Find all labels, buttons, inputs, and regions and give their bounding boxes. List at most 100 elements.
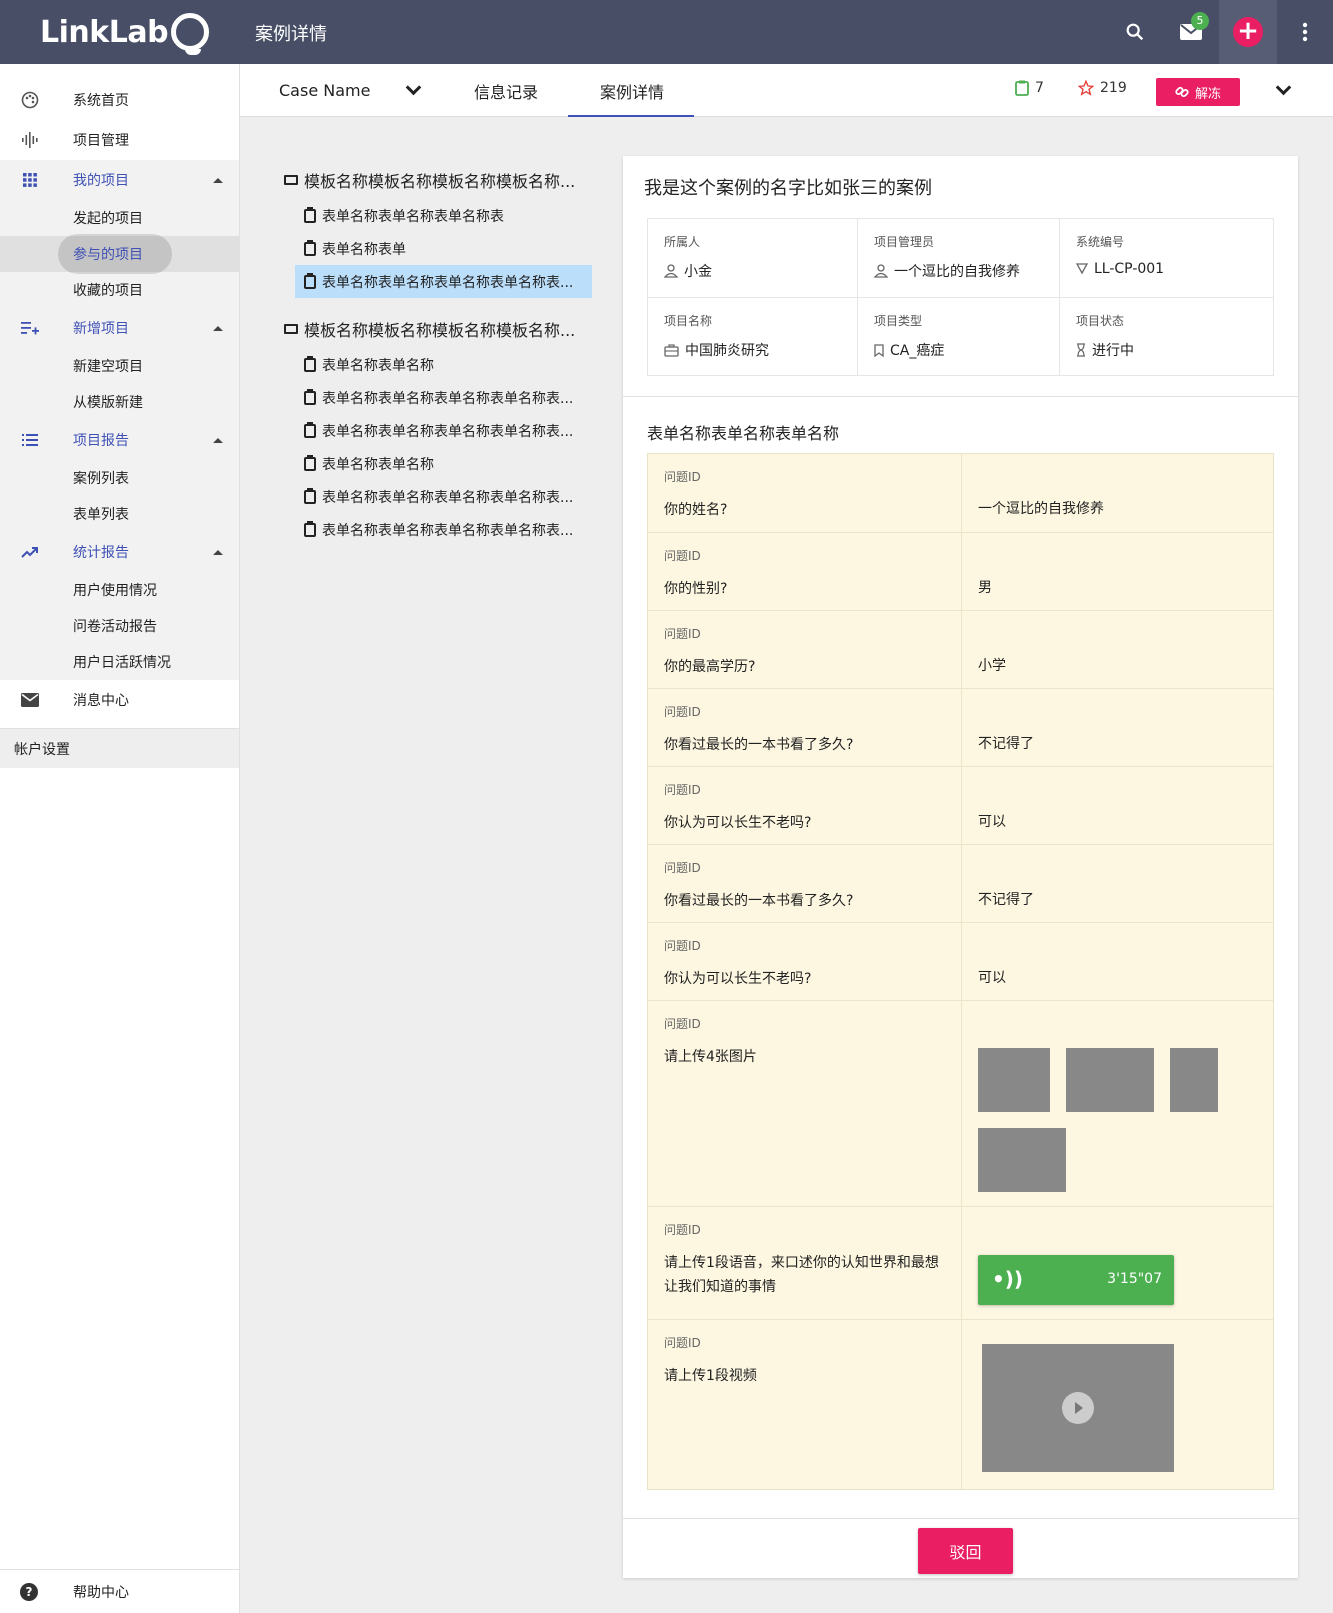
my-projects-group: 我的项目 发起的项目 参与的项目 收藏的项目 新增项目 新建空项目 从模版新建 … [0, 160, 239, 680]
sidebar-item-project-management[interactable]: 项目管理 [0, 120, 239, 160]
divider [623, 396, 1298, 397]
sidebar-item-label: 表单列表 [73, 507, 129, 523]
sidebar-item-label: 新建空项目 [73, 359, 143, 375]
sidebar-subitem-survey-report[interactable]: 问卷活动报告 [0, 608, 239, 644]
sidebar-item-account-settings[interactable]: 帐户设置 [0, 728, 239, 768]
person-icon [874, 264, 888, 278]
answer-text: 可以 [978, 970, 1006, 986]
tab-info-records[interactable]: 信息记录 [474, 64, 538, 117]
sidebar-item-help[interactable]: ? 帮助中心 [0, 1569, 239, 1613]
clipboard-count[interactable]: 7 [1015, 80, 1044, 96]
video-player[interactable] [982, 1344, 1174, 1472]
collapse-arrow-icon[interactable] [213, 437, 223, 443]
sidebar-subitem-from-template[interactable]: 从模版新建 [0, 384, 239, 420]
question-text: 你认为可以长生不老吗? [664, 971, 812, 987]
expand-toolbar-button[interactable] [1275, 64, 1292, 117]
star-count[interactable]: 219 [1078, 80, 1127, 96]
sidebar-item-stats-report[interactable]: 统计报告 [0, 532, 239, 572]
sidebar-item-new-project[interactable]: 新增项目 [0, 308, 239, 348]
sidebar-item-label: 参与的项目 [73, 247, 143, 263]
tree-form-item[interactable]: 表单名称表单名称表单名称表单名称表... [284, 381, 594, 414]
sidebar-item-home[interactable]: 系统首页 [0, 80, 239, 120]
plus-icon: + [1233, 17, 1263, 47]
collapse-arrow-icon[interactable] [213, 177, 223, 183]
clipboard-icon [304, 206, 316, 223]
case-title: 我是这个案例的名字比如张三的案例 [644, 178, 932, 199]
case-detail-card: 我是这个案例的名字比如张三的案例 所属人 小金 项目管理员 一个逗比的自我修养 … [623, 156, 1298, 1578]
sidebar-item-label: 统计报告 [73, 545, 129, 561]
sidebar-item-project-report[interactable]: 项目报告 [0, 420, 239, 460]
template-folder-label: 模板名称模板名称模板名称模板名称... [304, 172, 576, 191]
tab-case-detail[interactable]: 案例详情 [567, 64, 695, 117]
search-icon[interactable] [1107, 0, 1163, 64]
tree-form-item[interactable]: 表单名称表单名称表单名称表 [284, 199, 594, 232]
question-text: 你认为可以长生不老吗? [664, 815, 812, 831]
sidebar-subitem-user-usage[interactable]: 用户使用情况 [0, 572, 239, 608]
question-id-label: 问题ID [664, 705, 701, 719]
table-row: 问题ID 你的最高学历? 小学 [648, 611, 1273, 689]
table-row: 问题ID 请上传1段语音，来口述你的认知世界和最想让我们知道的事情 •)) 3'1… [648, 1207, 1273, 1320]
sidebar-item-label: 系统首页 [73, 93, 129, 109]
question-id-label: 问题ID [664, 939, 701, 953]
sidebar-item-messages[interactable]: 消息中心 [0, 680, 239, 720]
sidebar-item-my-projects[interactable]: 我的项目 [0, 160, 239, 200]
template-folder[interactable]: 模板名称模板名称模板名称模板名称... [284, 165, 594, 195]
sidebar-subitem-participated[interactable]: 参与的项目 [0, 234, 239, 274]
person-icon [664, 264, 678, 278]
uploaded-image[interactable] [1170, 1048, 1218, 1112]
project-name-value: 中国肺炎研究 [685, 343, 769, 359]
clipboard-icon [304, 272, 316, 289]
tree-form-item[interactable]: 表单名称表单名称 [284, 447, 594, 480]
tree-form-item[interactable]: 表单名称表单 [284, 232, 594, 265]
more-vert-icon[interactable] [1277, 0, 1333, 64]
chevron-down-icon [1275, 79, 1292, 96]
uploaded-image[interactable] [1066, 1048, 1154, 1112]
add-button[interactable]: + [1219, 0, 1277, 64]
sidebar-item-label: 新增项目 [73, 321, 129, 337]
question-text: 你看过最长的一本书看了多久? [664, 893, 854, 909]
template-form-tree: 模板名称模板名称模板名称模板名称... 表单名称表单名称表单名称表 表单名称表单… [284, 165, 594, 546]
link-icon [1175, 86, 1189, 98]
play-icon[interactable] [1062, 1392, 1094, 1424]
question-id-label: 问题ID [664, 1223, 701, 1237]
collapse-arrow-icon[interactable] [213, 325, 223, 331]
collapse-arrow-icon[interactable] [213, 549, 223, 555]
tree-form-item[interactable]: 表单名称表单名称 [284, 348, 594, 381]
form-item-label: 表单名称表单名称表单名称表单名称表... [322, 423, 574, 440]
question-id-label: 问题ID [664, 627, 701, 641]
chevron-down-icon [406, 79, 422, 96]
linklab-logo[interactable]: LinkLab [40, 12, 210, 55]
sidebar-item-label: 用户日活跃情况 [73, 655, 171, 671]
mail-icon[interactable]: 5 [1163, 0, 1219, 64]
sidebar-subitem-new-empty[interactable]: 新建空项目 [0, 348, 239, 384]
template-folder[interactable]: 模板名称模板名称模板名称模板名称... [284, 314, 594, 344]
sysno-value: LL-CP-001 [1094, 261, 1165, 277]
unfreeze-button[interactable]: 解冻 [1156, 78, 1240, 106]
tree-form-item[interactable]: 表单名称表单名称表单名称表单名称表... [284, 414, 594, 447]
answer-text: 一个逗比的自我修养 [978, 501, 1104, 517]
question-id-label: 问题ID [664, 470, 701, 484]
help-icon: ? [20, 1582, 38, 1601]
tree-form-item-selected[interactable]: 表单名称表单名称表单名称表单名称表... [295, 265, 592, 298]
uploaded-image[interactable] [978, 1048, 1050, 1112]
question-text: 请上传4张图片 [664, 1049, 757, 1065]
tree-form-item[interactable]: 表单名称表单名称表单名称表单名称表... [284, 480, 594, 513]
sidebar-subitem-case-list[interactable]: 案例列表 [0, 460, 239, 496]
sidebar-subitem-daily-active[interactable]: 用户日活跃情况 [0, 644, 239, 680]
folder-icon [284, 324, 298, 334]
audio-player[interactable]: •)) 3'15"07 [978, 1255, 1174, 1305]
sidebar-subitem-form-list[interactable]: 表单列表 [0, 496, 239, 532]
tree-form-item[interactable]: 表单名称表单名称表单名称表单名称表... [284, 513, 594, 546]
uploaded-image[interactable] [978, 1128, 1066, 1192]
sidebar-subitem-favorites[interactable]: 收藏的项目 [0, 272, 239, 308]
sysno-caption: 系统编号 [1076, 235, 1125, 249]
form-item-label: 表单名称表单名称 [322, 456, 434, 473]
project-type-cell: 项目类型 CA_癌症 [858, 298, 1060, 375]
reject-button[interactable]: 驳回 [918, 1528, 1013, 1574]
question-id-label: 问题ID [664, 549, 701, 563]
form-item-label: 表单名称表单名称表单名称表单名称表... [322, 489, 574, 506]
sidebar-subitem-initiated[interactable]: 发起的项目 [0, 200, 239, 236]
form-item-label: 表单名称表单名称表单名称表单名称表... [322, 274, 574, 291]
case-name-dropdown[interactable]: Case Name [279, 64, 422, 117]
form-item-label: 表单名称表单 [322, 241, 406, 258]
